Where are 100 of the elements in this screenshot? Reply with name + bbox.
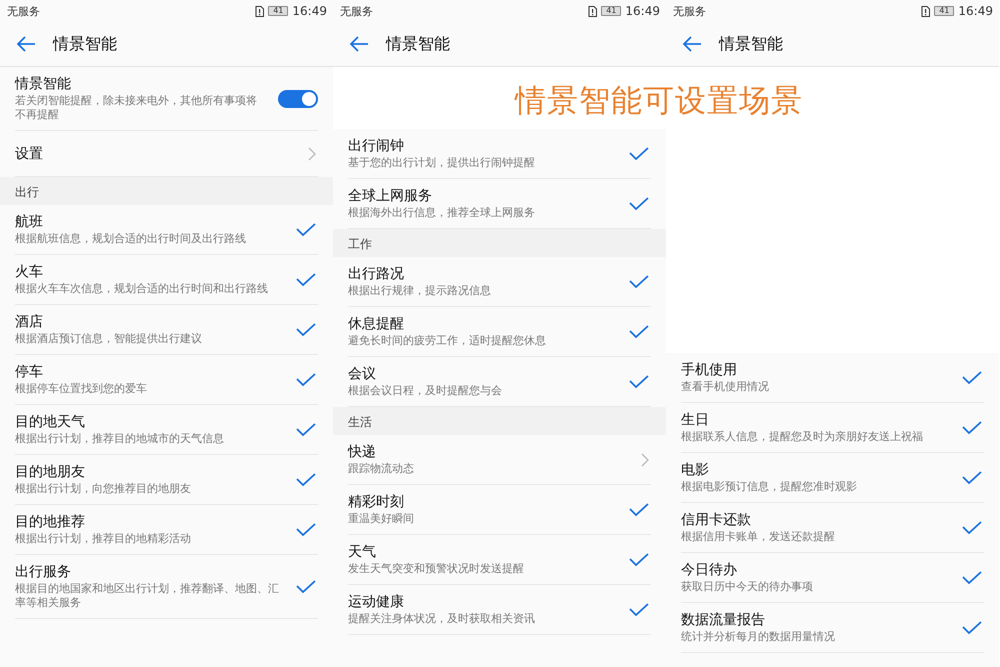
row-description: 避免长时间的疲劳工作，适时提醒您休息 xyxy=(348,334,547,348)
settings-row[interactable]: 目的地天气 根据出行计划，推荐目的地城市的天气信息 xyxy=(15,405,318,455)
checkmark-icon[interactable] xyxy=(629,324,649,338)
section-header: 工作 xyxy=(333,229,666,257)
settings-row[interactable]: 航班 根据航班信息，规划合适的出行时间及出行路线 xyxy=(15,205,318,255)
row-description: 根据火车车次信息，规划合适的出行时间和出行路线 xyxy=(15,282,269,296)
row-description: 根据出行计划，推荐目的地精彩活动 xyxy=(15,532,192,546)
settings-row[interactable]: 快递 跟踪物流动态 xyxy=(348,435,651,485)
checkmark-icon[interactable] xyxy=(296,522,316,536)
row-description: 基于您的出行计划，提供出行闹钟提醒 xyxy=(348,156,536,170)
settings-row[interactable]: 运动健康 提醒关注身体状况，及时获取相关资讯 xyxy=(348,585,651,635)
clock-text: 16:49 xyxy=(292,4,327,18)
settings-row[interactable]: 电影 根据电影预订信息，提醒您准时观影 xyxy=(681,453,984,503)
row-title: 快递 xyxy=(348,443,377,461)
page-title: 情景智能 xyxy=(386,34,450,54)
row-description: 根据航班信息，规划合适的出行时间及出行路线 xyxy=(15,232,247,246)
settings-row[interactable]: 停车 根据停车位置找到您的爱车 xyxy=(15,355,318,405)
settings-row[interactable]: 火车 根据火车车次信息，规划合适的出行时间和出行路线 xyxy=(15,255,318,305)
settings-row[interactable]: 情景智能 若关闭智能提醒，除未接来电外，其他所有事项将不再提醒 xyxy=(15,67,318,131)
checkmark-icon[interactable] xyxy=(629,274,649,288)
row-title: 火车 xyxy=(15,263,44,281)
row-title: 目的地天气 xyxy=(15,413,86,431)
settings-row[interactable]: 酒店 根据酒店预订信息，智能提供出行建议 xyxy=(15,305,318,355)
row-description: 根据信用卡账单，发送还款提醒 xyxy=(681,530,836,544)
row-description: 若关闭智能提醒，除未接来电外，其他所有事项将不再提醒 xyxy=(15,94,258,122)
chevron-right-icon xyxy=(641,452,649,466)
checkmark-icon[interactable] xyxy=(296,422,316,436)
row-description: 根据目的地国家和地区出行计划，推荐翻译、地图、汇率等相关服务 xyxy=(15,582,280,610)
row-description: 发生天气突变和预警状况时发送提醒 xyxy=(348,562,525,576)
row-title: 数据流量报告 xyxy=(681,611,766,629)
checkmark-icon[interactable] xyxy=(296,222,316,236)
checkmark-icon[interactable] xyxy=(629,374,649,388)
settings-row[interactable]: 出行路况 根据出行规律，提示路况信息 xyxy=(348,257,651,307)
checkmark-icon[interactable] xyxy=(962,420,982,434)
checkmark-icon[interactable] xyxy=(629,602,649,616)
row-description: 根据海外出行信息，推荐全球上网服务 xyxy=(348,206,536,220)
settings-row[interactable]: 生日 根据联系人信息，提醒您及时为亲朋好友送上祝福 xyxy=(681,403,984,453)
row-title: 今日待办 xyxy=(681,561,738,579)
row-description: 根据酒店预订信息，智能提供出行建议 xyxy=(15,332,203,346)
battery-icon: 41 xyxy=(601,6,622,16)
row-title: 酒店 xyxy=(15,313,44,331)
checkmark-icon[interactable] xyxy=(962,370,982,384)
toggle-switch[interactable] xyxy=(278,90,318,108)
row-title: 手机使用 xyxy=(681,361,738,379)
checkmark-icon[interactable] xyxy=(296,272,316,286)
sim-alert-icon xyxy=(255,6,264,16)
settings-row[interactable]: 今日待办 获取日历中今天的待办事项 xyxy=(681,553,984,603)
carrier-text: 无服务 xyxy=(340,4,373,18)
settings-row[interactable]: 目的地推荐 根据出行计划，推荐目的地精彩活动 xyxy=(15,505,318,555)
row-title: 情景智能 xyxy=(15,75,72,93)
settings-row[interactable]: 目的地朋友 根据出行计划，向您推荐目的地朋友 xyxy=(15,455,318,505)
row-description: 根据出行计划，推荐目的地城市的天气信息 xyxy=(15,432,225,446)
checkmark-icon[interactable] xyxy=(629,502,649,516)
checkmark-icon[interactable] xyxy=(962,470,982,484)
row-title: 出行服务 xyxy=(15,563,72,581)
carrier-text: 无服务 xyxy=(7,4,40,18)
back-arrow-icon[interactable] xyxy=(349,36,369,52)
row-description: 跟踪物流动态 xyxy=(348,462,415,476)
row-description: 查看手机使用情况 xyxy=(681,380,770,394)
checkmark-icon[interactable] xyxy=(962,520,982,534)
settings-row[interactable]: 信用卡还款 根据信用卡账单，发送还款提醒 xyxy=(681,503,984,553)
checkmark-icon[interactable] xyxy=(629,146,649,160)
page-title: 情景智能 xyxy=(719,34,783,54)
settings-row[interactable]: 精彩时刻 重温美好瞬间 xyxy=(348,485,651,535)
back-arrow-icon[interactable] xyxy=(16,36,36,52)
row-description: 重温美好瞬间 xyxy=(348,512,415,526)
battery-icon: 41 xyxy=(268,6,288,16)
checkmark-icon[interactable] xyxy=(296,472,316,486)
back-arrow-icon[interactable] xyxy=(682,36,702,52)
settings-row[interactable]: 休息提醒 避免长时间的疲劳工作，适时提醒您休息 xyxy=(348,307,651,357)
caption-text: 情景智能可设置场景 xyxy=(515,82,803,121)
row-description: 根据电影预订信息，提醒您准时观影 xyxy=(681,480,858,494)
battery-icon: 41 xyxy=(934,6,954,16)
checkmark-icon[interactable] xyxy=(962,620,982,634)
row-title: 目的地推荐 xyxy=(15,513,86,531)
checkmark-icon[interactable] xyxy=(296,372,316,386)
row-description: 获取日历中今天的待办事项 xyxy=(681,580,814,594)
row-title: 停车 xyxy=(15,363,44,381)
row-title: 出行路况 xyxy=(348,265,405,283)
row-description: 根据会议日程，及时提醒您与会 xyxy=(348,384,503,398)
row-title: 信用卡还款 xyxy=(681,511,752,529)
settings-row[interactable]: 数据流量报告 统计并分析每月的数据用量情况 xyxy=(681,603,984,653)
settings-row[interactable]: 出行服务 根据目的地国家和地区出行计划，推荐翻译、地图、汇率等相关服务 xyxy=(15,555,318,619)
checkmark-icon[interactable] xyxy=(962,570,982,584)
checkmark-icon[interactable] xyxy=(629,552,649,566)
row-description: 统计并分析每月的数据用量情况 xyxy=(681,630,836,644)
settings-row[interactable]: 出行闹钟 基于您的出行计划，提供出行闹钟提醒 xyxy=(348,129,651,179)
settings-row[interactable]: 天气 发生天气突变和预警状况时发送提醒 xyxy=(348,535,651,585)
row-title: 设置 xyxy=(15,144,44,162)
row-title: 目的地朋友 xyxy=(15,463,86,481)
checkmark-icon[interactable] xyxy=(629,196,649,210)
row-description: 根据停车位置找到您的爱车 xyxy=(15,382,148,396)
row-title: 休息提醒 xyxy=(348,315,405,333)
row-description: 根据联系人信息，提醒您及时为亲朋好友送上祝福 xyxy=(681,430,924,444)
checkmark-icon[interactable] xyxy=(296,580,316,594)
row-title: 出行闹钟 xyxy=(348,137,405,155)
row-description: 根据出行规律，提示路况信息 xyxy=(348,284,492,298)
row-title: 电影 xyxy=(681,461,710,479)
checkmark-icon[interactable] xyxy=(296,322,316,336)
settings-row[interactable]: 手机使用 查看手机使用情况 xyxy=(681,353,984,403)
